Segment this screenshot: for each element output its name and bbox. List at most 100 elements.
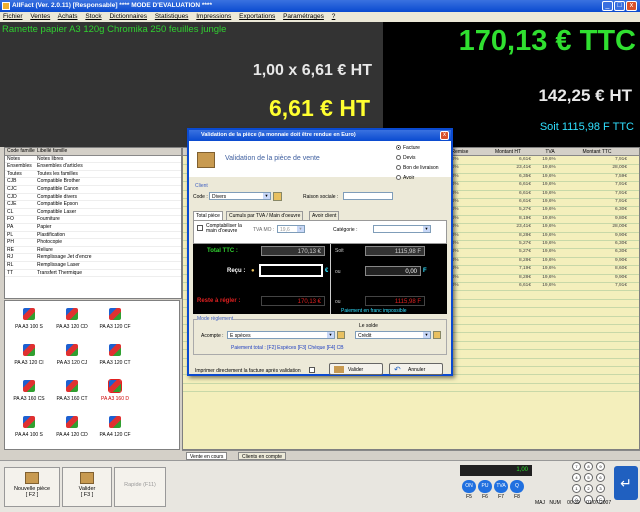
numpad-key[interactable]: 1 — [572, 484, 581, 493]
close-button[interactable]: x — [626, 1, 637, 11]
family-row[interactable]: TT Transfert Thermique — [5, 270, 181, 278]
grid-row[interactable] — [183, 384, 639, 393]
menu-statistiques[interactable]: Statistiques — [155, 13, 189, 20]
col-montant-ttc[interactable]: Montant TTC — [567, 149, 627, 155]
quick-label: Rapide (F11) — [124, 482, 156, 488]
col-libelle-famille[interactable]: Libellé famille — [37, 148, 67, 155]
cancel-button[interactable]: ↶ Annuler — [389, 363, 443, 375]
numpad-key[interactable]: 9 — [596, 462, 605, 471]
article-tile[interactable]: PA A3 120 CD — [52, 305, 92, 341]
tab-total-piece[interactable]: Total pièce — [193, 211, 223, 220]
fkey-on[interactable]: ON — [462, 480, 476, 493]
article-tile[interactable]: PA A4 120 CD — [52, 413, 92, 449]
family-row[interactable]: Ensembles Ensembles d'articles — [5, 163, 181, 171]
quick-validate-button[interactable]: Rapide (F11) — [114, 467, 166, 507]
comptab-checkbox[interactable] — [197, 225, 203, 231]
grid-cell: 6,61€ — [518, 182, 531, 188]
categorie-select[interactable] — [373, 225, 431, 233]
recu-input[interactable] — [259, 264, 323, 277]
numpad-key[interactable]: 6 — [596, 473, 605, 482]
client-code-select[interactable]: Divers — [209, 192, 271, 200]
solde-search-icon[interactable] — [433, 331, 441, 339]
validate-button[interactable]: Valider — [329, 363, 383, 375]
article-tile[interactable]: PA A3 120 CI — [9, 341, 49, 377]
acompte-search-icon[interactable] — [337, 331, 345, 339]
search-client-icon[interactable] — [273, 192, 282, 201]
radio-bon-livraison[interactable]: Bon de livraison — [396, 165, 439, 171]
menu-ventes[interactable]: Ventes — [30, 13, 50, 20]
family-label: Compatible Canon — [37, 185, 79, 192]
article-tile[interactable]: PA A3 100 S — [9, 305, 49, 341]
article-tile[interactable]: PA A4 100 S — [9, 413, 49, 449]
dialog-close-button[interactable]: x — [440, 131, 449, 140]
recu-francs-input[interactable]: 0,00 — [365, 266, 421, 276]
numpad-key[interactable]: 3 — [596, 484, 605, 493]
fkey-pu[interactable]: PU — [478, 480, 492, 493]
tab-cumuls-tva[interactable]: Cumuls par TVA / Main d'oeuvre — [226, 211, 304, 220]
menu-parametrages[interactable]: Paramétrages — [283, 13, 324, 20]
family-row[interactable]: PL Plastification — [5, 232, 181, 240]
raison-sociale-field[interactable] — [343, 192, 393, 200]
menu-stock[interactable]: Stock — [85, 13, 101, 20]
acompte-select[interactable]: E spèces — [227, 331, 335, 339]
grid-cell: 8,60€ — [614, 266, 627, 272]
family-row[interactable]: Notes Notes libres — [5, 156, 181, 164]
solde-select[interactable]: Crédit — [355, 331, 431, 339]
family-row[interactable]: FO Fourniture — [5, 216, 181, 224]
maximize-button[interactable]: □ — [614, 1, 625, 11]
menu-exportations[interactable]: Exportations — [239, 13, 275, 20]
family-row[interactable]: CJE Compatible Epson — [5, 201, 181, 209]
enter-key[interactable]: ↵ — [614, 466, 638, 500]
numpad-key[interactable]: 7 — [572, 462, 581, 471]
validate-document-button[interactable]: Valider [ F3 ] — [62, 467, 112, 507]
radio-devis[interactable]: Devis — [396, 155, 416, 161]
article-tile[interactable]: PA A3 120 CF — [95, 305, 135, 341]
article-tile[interactable]: PA A3 120 CT — [95, 341, 135, 377]
article-tile[interactable]: PA A3 120 CJ — [52, 341, 92, 377]
tab-avoir-client[interactable]: Avoir client — [309, 211, 340, 220]
tva-mo-select[interactable]: 19,6 — [277, 225, 305, 233]
radio-avoir[interactable]: Avoir — [396, 175, 414, 181]
numpad-key[interactable]: 2 — [584, 484, 593, 493]
col-tva[interactable]: TVA — [535, 149, 565, 155]
family-row[interactable]: PH Photocopie — [5, 239, 181, 247]
menu-fichier[interactable]: Fichier — [3, 13, 23, 20]
menu-dictionnaires[interactable]: Dictionnaires — [109, 13, 147, 20]
family-code: TT — [7, 269, 14, 276]
new-document-button[interactable]: Nouvelle pièce [ F2 ] — [4, 467, 60, 507]
grid-cell: 5,27€ — [518, 207, 531, 213]
family-row[interactable]: RL Remplissage Laser — [5, 262, 181, 270]
col-code-famille[interactable]: Code famille — [5, 148, 37, 155]
numpad-key[interactable]: 5 — [584, 473, 593, 482]
print-checkbox[interactable] — [309, 367, 315, 373]
menu-help[interactable]: ? — [332, 13, 336, 20]
article-tile[interactable]: PA A3 160 D — [95, 377, 135, 413]
article-code: PA A3 120 CD — [56, 324, 88, 330]
numpad-key[interactable]: 8 — [584, 462, 593, 471]
family-row[interactable]: CJC Compatible Canon — [5, 186, 181, 194]
fkey-tva[interactable]: TVA — [494, 480, 508, 493]
article-tile[interactable]: PA A3 160 CT — [52, 377, 92, 413]
family-row[interactable]: RE Reliure — [5, 247, 181, 255]
family-code: Ensembles — [7, 163, 32, 170]
family-row[interactable]: CL Compatible Laser — [5, 209, 181, 217]
family-row[interactable]: Toutes Toutes les familles — [5, 171, 181, 179]
article-tile[interactable]: PA A3 160 CS — [9, 377, 49, 413]
menu-achats[interactable]: Achats — [58, 13, 78, 20]
family-row[interactable]: CJD Compatible divers — [5, 194, 181, 202]
fkey-q[interactable]: Q — [510, 480, 524, 493]
paper-icon — [108, 379, 122, 393]
family-row[interactable]: RJ Remplissage Jet d'encre — [5, 254, 181, 262]
minimize-button[interactable]: _ — [602, 1, 613, 11]
numpad-key[interactable]: 4 — [572, 473, 581, 482]
grid-row[interactable] — [183, 375, 639, 384]
menu-impressions[interactable]: Impressions — [196, 13, 231, 20]
family-row[interactable]: PA Papier — [5, 224, 181, 232]
col-montant-ht[interactable]: Montant HT — [483, 149, 533, 155]
article-tile[interactable]: PA A4 120 CF — [95, 413, 135, 449]
tab-clients-en-compte[interactable]: Clients en compte — [238, 452, 287, 460]
tab-vente-en-cours[interactable]: Vente en cours — [186, 452, 228, 460]
family-code: CJC — [7, 185, 17, 192]
family-row[interactable]: CJB Compatible Brother — [5, 178, 181, 186]
radio-facture[interactable]: Facture — [396, 145, 420, 151]
